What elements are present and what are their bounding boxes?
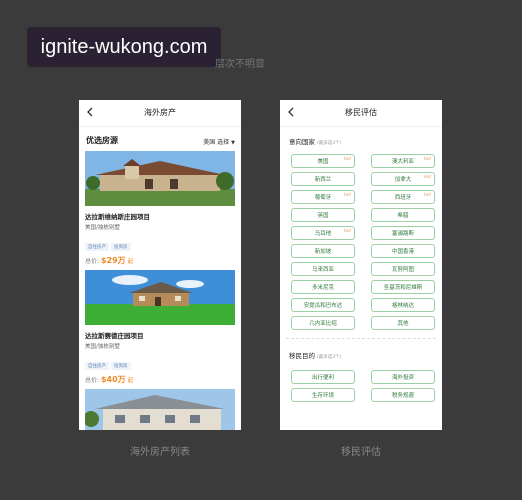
country-option-label: 新加坡 [314, 249, 332, 255]
country-option-label: 希腊 [397, 213, 409, 219]
property-image [85, 389, 235, 430]
country-option-label: 美国 [317, 159, 329, 165]
country-option-label: 新西兰 [314, 177, 332, 183]
country-option-label: 西班牙 [394, 195, 412, 201]
purpose-options: 出行便利 海外投资生存环境 税务规避 [280, 370, 442, 402]
country-option[interactable]: 新西兰 [291, 172, 355, 186]
property-type: 美国/独栋别墅 [85, 225, 120, 231]
country-option[interactable]: 加拿大 Hot [371, 172, 435, 186]
purpose-option[interactable]: 海外投资 [371, 370, 435, 384]
tag-list: 自住房产 投资房 [85, 233, 235, 252]
country-option[interactable]: 圣基茨和尼维斯 [371, 280, 435, 294]
country-option[interactable]: 澳大利亚 Hot [371, 154, 435, 168]
country-filter[interactable]: 美国 选择 ▼ [203, 137, 235, 146]
country-option-label: 加拿大 [394, 177, 412, 183]
country-option[interactable]: 安提瓜和巴布达 [291, 298, 355, 312]
country-option-label: 圣基茨和尼维斯 [383, 285, 423, 291]
section-header: 意向国家 (最多选3个) [280, 127, 442, 147]
watermark-label: ignite-wukong.com [27, 27, 221, 67]
country-option-label: 英国 [317, 213, 329, 219]
hot-badge: Hot [343, 228, 351, 233]
page-title: 海外房产 [144, 108, 176, 117]
country-option-label: 马来西亚 [311, 267, 334, 273]
hot-badge: Hot [343, 192, 351, 197]
country-option-label: 格林纳达 [391, 303, 414, 309]
price-unit: 起 [127, 259, 134, 265]
price-label: 总价: [85, 377, 100, 384]
section-header: 优选房源 美国 选择 ▼ [79, 127, 241, 151]
purpose-option[interactable]: 出行便利 [291, 370, 355, 384]
country-option[interactable]: 美国 Hot [291, 154, 355, 168]
country-option[interactable]: 几内亚比绍 [291, 316, 355, 330]
price-value: $29万 [100, 256, 126, 265]
country-option-label: 多米尼克 [311, 285, 334, 291]
tag: 自住房产 [85, 362, 109, 370]
property-image [85, 151, 235, 206]
hot-badge: Hot [423, 174, 431, 179]
price-unit: 起 [127, 378, 134, 384]
section-title: 意向国家 [289, 138, 315, 146]
section-header: 移民目的 (最多选3个) [280, 341, 442, 361]
hot-badge: Hot [423, 192, 431, 197]
country-option-label: 中国香港 [391, 249, 414, 255]
page-title: 移民评估 [345, 108, 377, 117]
country-option-label: 安提瓜和巴布达 [303, 303, 343, 309]
tag: 自住房产 [85, 243, 109, 251]
country-option[interactable]: 希腊 [371, 208, 435, 222]
property-title: 达拉斯维纳斯庄园项目 [85, 213, 150, 221]
country-option-label: 瓦努阿图 [391, 267, 414, 273]
immigration-assessment-screen: 移民评估 意向国家 (最多选3个) 美国 Hot 澳大利亚 Hot 新西兰 加拿大 Hot 葡萄… [280, 100, 442, 430]
property-type: 美国/独栋别墅 [85, 344, 120, 350]
hot-badge: Hot [423, 156, 431, 161]
caret-down-icon: ▼ [231, 140, 235, 146]
property-card[interactable] [79, 389, 241, 430]
tag: 投资房 [111, 243, 131, 251]
caption-right: 移民评估 [341, 447, 381, 458]
country-option[interactable]: 中国香港 [371, 244, 435, 258]
country-option[interactable]: 马耳他 Hot [291, 226, 355, 240]
price-label: 总价: [85, 258, 100, 265]
navbar: 移民评估 [280, 100, 442, 127]
country-option[interactable]: 格林纳达 [371, 298, 435, 312]
country-option-label: 其他 [397, 321, 409, 327]
purpose-option[interactable]: 税务规避 [371, 388, 435, 402]
country-option[interactable]: 英国 [291, 208, 355, 222]
navbar: 海外房产 [79, 100, 241, 127]
divider [286, 338, 436, 339]
price-value: $40万 [100, 375, 126, 384]
tag: 投资房 [111, 362, 131, 370]
property-title: 达拉斯赛德庄园项目 [85, 332, 144, 340]
country-option-label: 澳大利亚 [391, 159, 414, 165]
property-image [85, 270, 235, 325]
country-option[interactable]: 西班牙 Hot [371, 190, 435, 204]
country-option[interactable]: 马来西亚 [291, 262, 355, 276]
country-option[interactable]: 葡萄牙 Hot [291, 190, 355, 204]
property-card[interactable]: 达拉斯赛德庄园项目 美国/独栋别墅 自住房产 投资房 总价: $40万 起 [79, 270, 241, 385]
country-option[interactable]: 多米尼克 [291, 280, 355, 294]
country-option[interactable]: 其他 [371, 316, 435, 330]
section-title: 优选房源 [86, 136, 118, 145]
country-option-label: 葡萄牙 [314, 195, 332, 201]
hot-badge: Hot [343, 156, 351, 161]
country-option-label: 塞浦路斯 [391, 231, 414, 237]
overseas-property-screen: 海外房产 优选房源 美国 选择 ▼ 达拉斯维纳斯庄园项目 美国/独栋别墅 自住房… [79, 100, 241, 430]
filter-label: 美国 选择 [203, 139, 230, 146]
country-option[interactable]: 瓦努阿图 [371, 262, 435, 276]
section-title: 移民目的 [289, 352, 315, 360]
heading-text: 层次不明显 [215, 59, 265, 70]
country-option[interactable]: 新加坡 [291, 244, 355, 258]
caption-left: 海外房产列表 [130, 447, 190, 458]
country-option-label: 几内亚比绍 [309, 321, 337, 327]
tag-list: 自住房产 投资房 [85, 352, 235, 371]
purpose-option[interactable]: 生存环境 [291, 388, 355, 402]
property-card[interactable]: 达拉斯维纳斯庄园项目 美国/独栋别墅 自住房产 投资房 总价: $29万 起 [79, 151, 241, 266]
country-option-label: 马耳他 [314, 231, 332, 237]
price-row: 总价: $29万 起 [85, 255, 235, 266]
country-option[interactable]: 塞浦路斯 [371, 226, 435, 240]
section-note: (最多选3个) [317, 141, 342, 146]
section-note: (最多选3个) [317, 355, 342, 360]
price-row: 总价: $40万 起 [85, 374, 235, 385]
country-options: 美国 Hot 澳大利亚 Hot 新西兰 加拿大 Hot 葡萄牙 Hot 西班牙 Hot 英国 希腊马耳他… [280, 154, 442, 330]
